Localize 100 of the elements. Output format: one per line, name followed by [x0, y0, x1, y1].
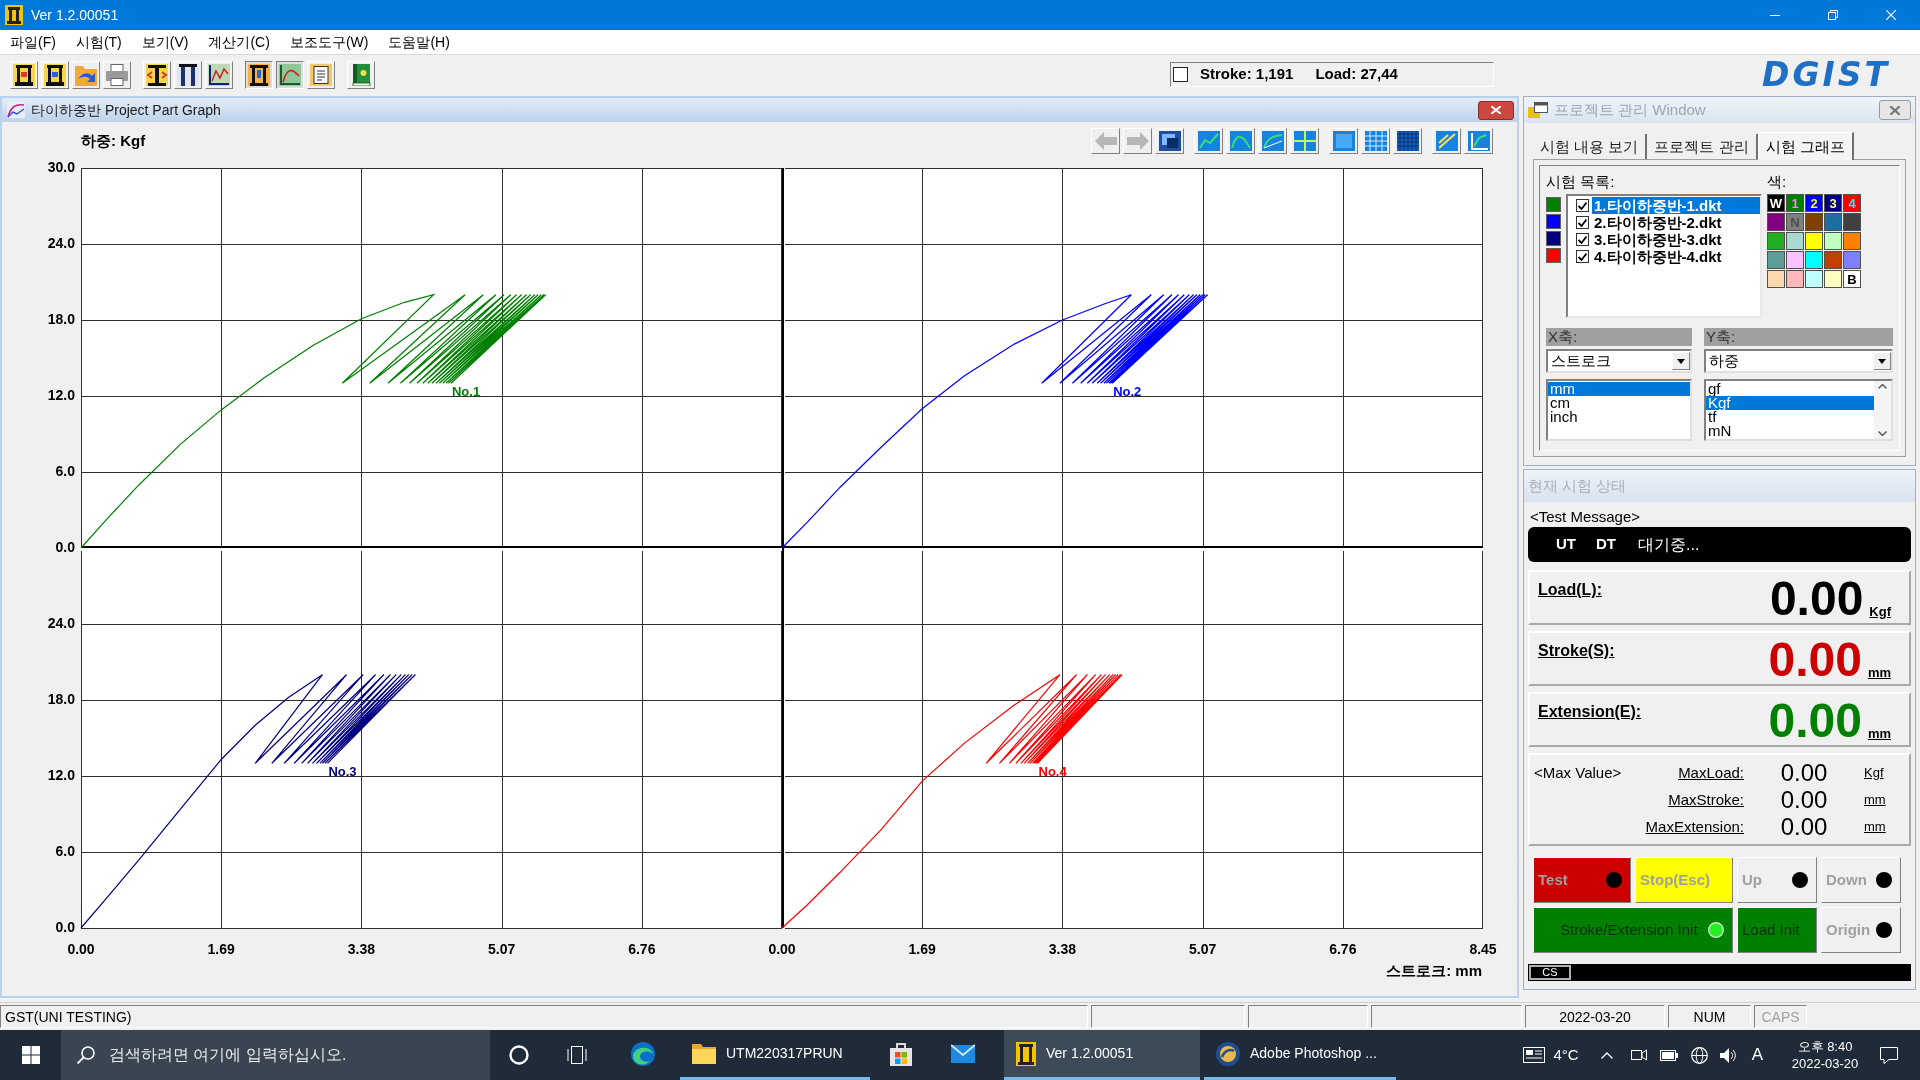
color-swatch[interactable] — [1805, 251, 1823, 269]
section-label: 시험 목록: — [1546, 172, 1616, 192]
dropdown-value: 하중 — [1708, 350, 1739, 371]
checkbox[interactable] — [1173, 67, 1188, 82]
speaker-icon — [1719, 1047, 1737, 1063]
list-item[interactable]: tf — [1706, 410, 1874, 424]
menu-item[interactable]: 시험(T) — [65, 30, 132, 54]
load-readout: Load: 27,44 — [1315, 64, 1398, 85]
taskbar-app[interactable]: Adobe Photoshop ... — [1204, 1030, 1396, 1080]
dropdown-value: 스트로크 — [1550, 350, 1611, 371]
color-swatch[interactable]: 3 — [1824, 194, 1842, 212]
scrollbar[interactable] — [1874, 381, 1891, 439]
color-swatch[interactable] — [1805, 232, 1823, 250]
grid-icon — [1396, 131, 1419, 151]
checkbox[interactable] — [1576, 216, 1589, 229]
logo: DGIST — [1762, 58, 1891, 91]
tick-label: 6.76 — [1329, 940, 1357, 957]
color-swatch[interactable] — [1824, 232, 1842, 250]
arrow-right-icon — [1126, 131, 1149, 151]
browser-icon — [631, 1041, 655, 1066]
close-icon — [1890, 105, 1900, 115]
document-icon — [310, 63, 332, 86]
color-swatch[interactable] — [1786, 232, 1804, 250]
color-swatch[interactable] — [1767, 251, 1785, 269]
color-swatch[interactable] — [1843, 251, 1861, 269]
color-swatch[interactable] — [1805, 213, 1823, 231]
color-swatch[interactable] — [1843, 232, 1861, 250]
chart-icon — [279, 63, 301, 86]
menu-item[interactable]: 보기(V) — [131, 30, 199, 54]
list-item[interactable]: mN — [1706, 424, 1874, 438]
app-icon — [5, 5, 23, 25]
list-item[interactable]: 3.타이하중반-3.dkt — [1592, 231, 1760, 248]
unit-label: mm — [1867, 725, 1891, 743]
toolbar-button[interactable] — [245, 60, 273, 89]
color-swatch[interactable] — [1767, 232, 1785, 250]
tab[interactable]: 시험 내용 보기 — [1533, 134, 1648, 159]
search-icon — [77, 1046, 95, 1064]
tick-label: 0.00 — [67, 940, 95, 957]
color-swatch[interactable] — [1805, 270, 1823, 288]
list-item[interactable]: 1.타이하중반-1.dkt — [1592, 197, 1760, 214]
caret-down-icon — [1677, 358, 1685, 364]
tick-label: 30.0 — [47, 158, 75, 175]
weather-text[interactable]: 4°C — [1553, 1043, 1579, 1067]
tab[interactable]: 시험 그래프 — [1757, 132, 1854, 160]
max-label: MaxExtension: — [1645, 817, 1744, 837]
menu-item[interactable]: 도움말(H) — [378, 30, 460, 54]
list-item[interactable]: cm — [1548, 396, 1690, 410]
list-item[interactable]: 2.타이하중반-2.dkt — [1592, 214, 1760, 231]
color-swatch[interactable] — [1824, 251, 1842, 269]
checkbox[interactable] — [1576, 233, 1589, 246]
machine-icon — [146, 63, 168, 86]
book-icon — [350, 63, 372, 86]
taskbar-app[interactable]: UTM220317PRUN — [680, 1030, 870, 1080]
checkbox[interactable] — [1576, 250, 1589, 263]
task-view-icon — [567, 1046, 587, 1064]
dropdown-button[interactable] — [1672, 352, 1690, 370]
machine-icon — [248, 63, 270, 86]
section-title: <Max Value> — [1534, 763, 1623, 783]
list-item[interactable]: mm — [1548, 382, 1690, 396]
color-swatch[interactable] — [1824, 213, 1842, 231]
grid-icon — [1364, 131, 1387, 151]
color-swatch[interactable] — [1786, 251, 1804, 269]
unit-label: mm — [1864, 791, 1886, 809]
color-swatch[interactable]: W — [1767, 194, 1785, 212]
list-item[interactable]: Kgf — [1706, 396, 1874, 410]
search-field[interactable]: 검색하려면 여기에 입력하십시오. — [61, 1030, 490, 1080]
list-item[interactable]: inch — [1548, 410, 1690, 424]
toolbar-button[interactable] — [276, 60, 304, 89]
tick-label: 0.0 — [55, 918, 75, 935]
dropdown-button[interactable] — [1873, 352, 1891, 370]
clock-date[interactable]: 2022-03-20 — [1791, 1055, 1859, 1072]
color-swatch[interactable]: B — [1843, 270, 1861, 288]
status-tag: DT — [1596, 533, 1616, 556]
status-tag: UT — [1556, 533, 1576, 556]
close-button[interactable] — [1478, 100, 1514, 120]
checkbox[interactable] — [1576, 199, 1589, 212]
input-mode-indicator[interactable]: A — [1751, 1042, 1763, 1068]
chart-icon — [7, 102, 25, 118]
news-icon — [1523, 1047, 1546, 1063]
dropdown[interactable]: 하중 — [1704, 349, 1893, 373]
section-label: 색: — [1767, 172, 1788, 192]
menu-item[interactable]: 보조도구(W) — [279, 30, 379, 54]
list-item[interactable]: 4.타이하중반-4.dkt — [1592, 248, 1760, 265]
color-swatch[interactable]: 2 — [1805, 194, 1823, 212]
tick-label: 6.0 — [55, 842, 75, 859]
color-swatch[interactable] — [1767, 213, 1785, 231]
menu-item[interactable]: 계산기(C) — [198, 30, 280, 54]
window-title: 프로젝트 관리 Window — [1554, 99, 1706, 120]
taskbar-app[interactable]: Ver 1.2.00051 — [1004, 1030, 1200, 1080]
menu-item[interactable]: 파일(F) — [0, 30, 66, 54]
tick-label: 5.07 — [488, 940, 516, 957]
color-swatch[interactable] — [1767, 270, 1785, 288]
section-title: <Test Message> — [1529, 508, 1642, 526]
clock-time[interactable]: 오후 8:40 — [1797, 1038, 1853, 1055]
color-swatch[interactable] — [1824, 270, 1842, 288]
color-swatch[interactable] — [1786, 270, 1804, 288]
tick-label: 3.38 — [1048, 940, 1077, 957]
color-swatch[interactable] — [1843, 213, 1861, 231]
dropdown[interactable]: 스트로크 — [1546, 349, 1692, 373]
cs-indicator: CS — [1529, 965, 1571, 980]
